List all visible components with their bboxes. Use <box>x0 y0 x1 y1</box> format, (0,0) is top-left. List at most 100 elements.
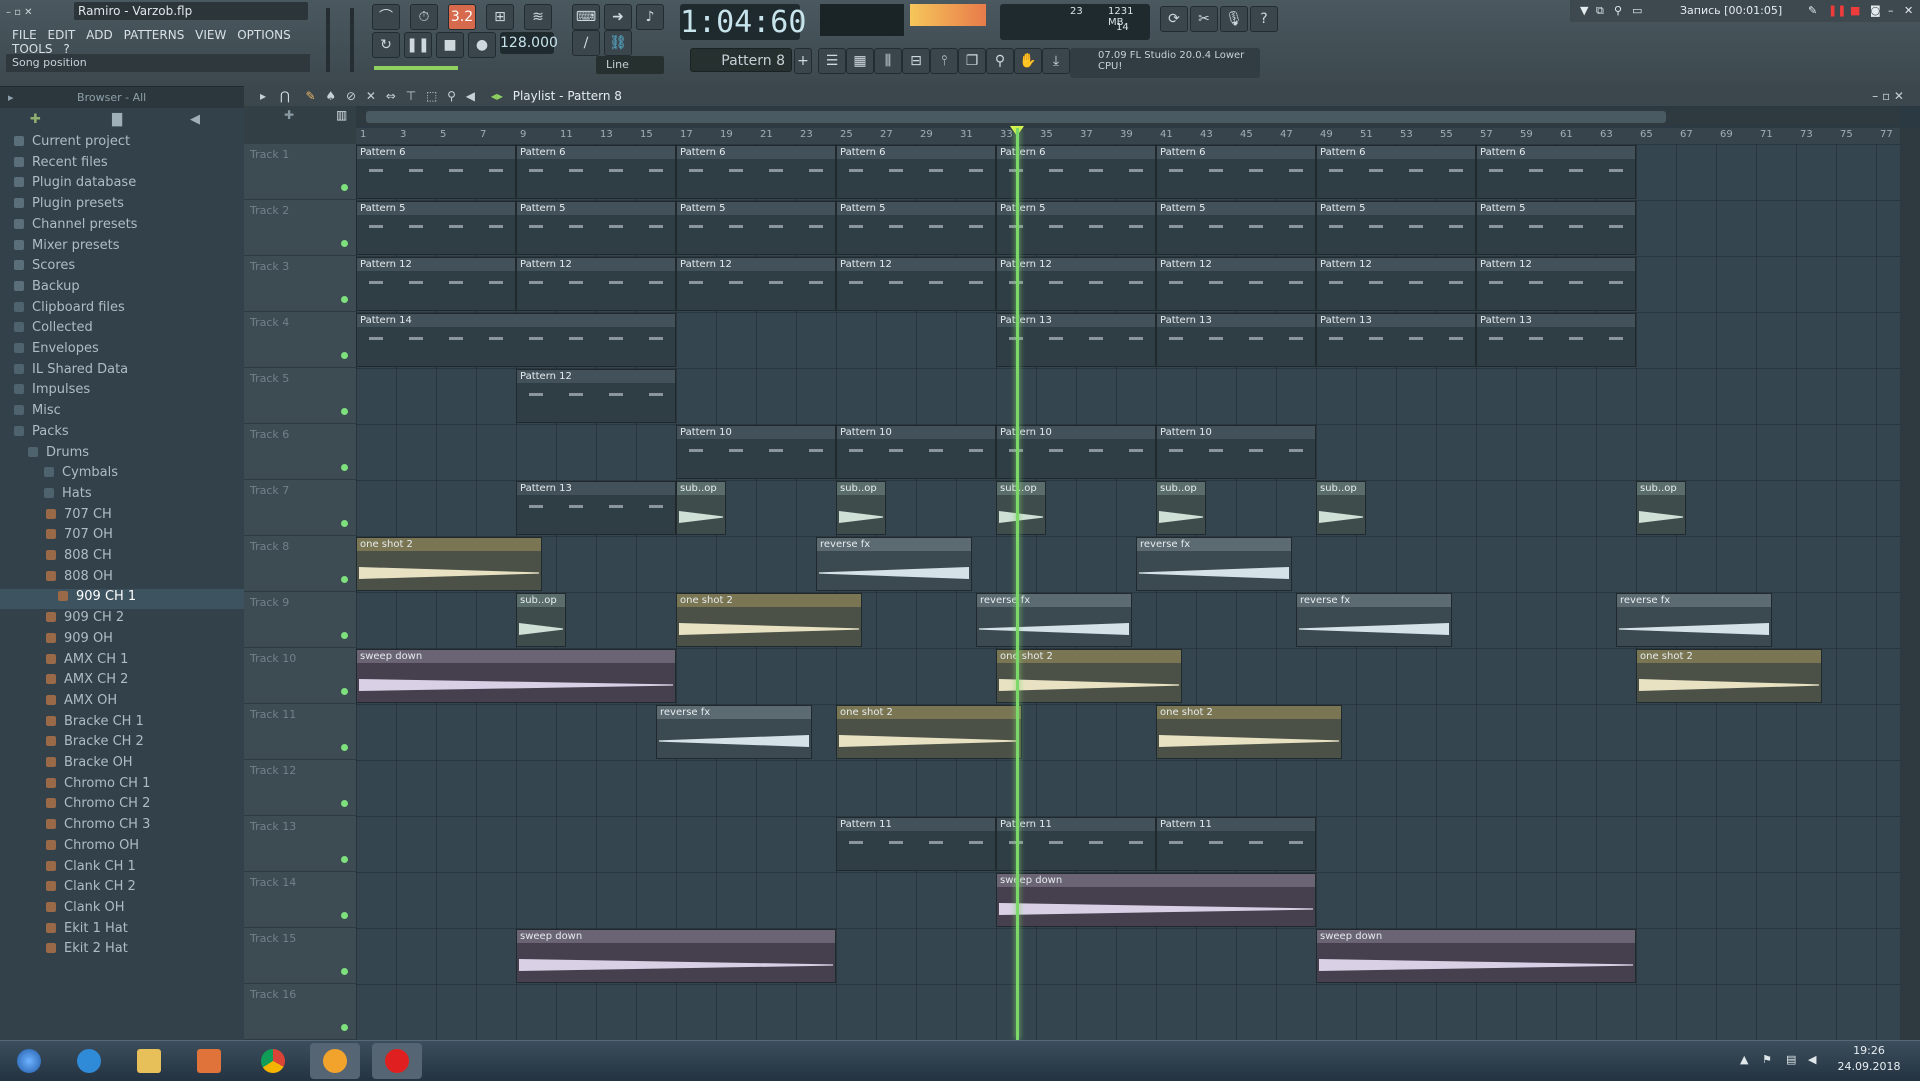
track-header[interactable]: Track 2 <box>244 200 356 256</box>
pencil-icon[interactable]: ✎ <box>1808 0 1817 22</box>
audio-clip[interactable]: sub..op <box>1636 481 1686 535</box>
recorder-icon[interactable] <box>372 1043 422 1079</box>
scroll-thumb[interactable] <box>366 111 1666 123</box>
track-mute-led[interactable] <box>341 408 348 415</box>
screen-icon[interactable]: ▭ <box>1632 0 1642 22</box>
browser-item[interactable]: Plugin presets <box>0 196 258 216</box>
pencil-tool-icon[interactable]: ✎ <box>306 89 316 103</box>
plus-icon[interactable]: ✚ <box>30 112 41 127</box>
countdown-icon[interactable]: ⏱ <box>410 4 438 30</box>
step-edit-icon[interactable]: ⊞ <box>486 4 514 30</box>
track-header[interactable]: Track 8 <box>244 536 356 592</box>
browser-arrow-icon[interactable]: ▸ <box>8 91 14 104</box>
pattern-clip[interactable]: Pattern 12 <box>516 369 676 423</box>
mute-tool-icon[interactable]: ✕ <box>366 89 376 103</box>
browser-item[interactable]: Plugin database <box>0 175 258 195</box>
browser-item[interactable]: Drums <box>0 445 272 465</box>
pattern-clip[interactable]: Pattern 5 <box>516 201 676 255</box>
piano-roll-icon[interactable]: ▦ <box>846 48 874 74</box>
pattern-clip[interactable]: Pattern 12 <box>836 257 996 311</box>
pattern-clip[interactable]: Pattern 11 <box>996 817 1156 871</box>
blend-notes-icon[interactable]: ≋ <box>524 4 552 30</box>
audio-clip[interactable]: reverse fx <box>656 705 812 759</box>
menu-edit[interactable]: EDIT <box>48 28 76 42</box>
browser-item[interactable]: Scores <box>0 258 258 278</box>
pattern-clip[interactable]: Pattern 5 <box>836 201 996 255</box>
audio-clip[interactable]: sweep down <box>356 649 676 703</box>
audio-clip[interactable]: sub..op <box>676 481 726 535</box>
browser-item[interactable]: Packs <box>0 424 258 444</box>
pattern-selector[interactable]: Pattern 8 <box>690 48 792 72</box>
pattern-clip[interactable]: Pattern 5 <box>1476 201 1636 255</box>
browser-item[interactable]: Backup <box>0 279 258 299</box>
audio-clip[interactable]: sub..op <box>836 481 886 535</box>
track-header[interactable]: Track 4 <box>244 312 356 368</box>
stop-button[interactable]: ■ <box>436 32 464 58</box>
mixer-icon[interactable]: ⊟ <box>902 48 930 74</box>
microphone-icon[interactable]: 🎙 <box>1220 6 1248 32</box>
pattern-clip[interactable]: Pattern 6 <box>1316 145 1476 199</box>
magnet-icon[interactable]: ⋂ <box>280 89 290 103</box>
network-icon[interactable]: ▤ <box>1786 1053 1796 1066</box>
audio-clip[interactable]: sub..op <box>516 593 566 647</box>
track-header[interactable]: Track 10 <box>244 648 356 704</box>
audio-clip[interactable]: reverse fx <box>1296 593 1452 647</box>
pattern-clip[interactable]: Pattern 12 <box>996 257 1156 311</box>
menu-add[interactable]: ADD <box>86 28 113 42</box>
select-tool-icon[interactable]: ⬚ <box>426 89 437 103</box>
browser-item[interactable]: Impulses <box>0 382 258 402</box>
menu-patterns[interactable]: PATTERNS <box>124 28 185 42</box>
volume-icon[interactable]: ◀ <box>1808 1053 1816 1066</box>
media-player-icon[interactable] <box>184 1043 234 1079</box>
audio-clip[interactable]: reverse fx <box>816 537 972 591</box>
plugin-picker-icon[interactable]: ⫯ <box>930 48 958 74</box>
chevron-down-icon[interactable]: ▼ <box>1580 0 1588 22</box>
ie-icon[interactable] <box>64 1043 114 1079</box>
touch-controller-icon[interactable]: ✋ <box>1014 48 1042 74</box>
pattern-clip[interactable]: Pattern 10 <box>1156 425 1316 479</box>
pattern-clip[interactable]: Pattern 12 <box>516 257 676 311</box>
track-header[interactable]: Track 11 <box>244 704 356 760</box>
audio-clip[interactable]: sub..op <box>1156 481 1206 535</box>
pattern-clip[interactable]: Pattern 12 <box>356 257 516 311</box>
zoom-tool-icon[interactable]: ⚲ <box>447 89 456 103</box>
master-pitch-slider[interactable] <box>342 8 362 72</box>
audio-clip[interactable]: one shot 2 <box>836 705 1022 759</box>
minimize-icon[interactable]: – <box>1888 0 1894 22</box>
pattern-clip[interactable]: Pattern 5 <box>356 201 516 255</box>
pattern-clip[interactable]: Pattern 6 <box>356 145 516 199</box>
download-icon[interactable]: ⤓ <box>1042 48 1070 74</box>
pattern-clip[interactable]: Pattern 13 <box>516 481 676 535</box>
pattern-clip[interactable]: Pattern 11 <box>1156 817 1316 871</box>
slice-tool-icon[interactable]: ⊤ <box>406 89 416 103</box>
time-display[interactable]: 1:04:60 <box>680 4 806 40</box>
track-mute-led[interactable] <box>341 968 348 975</box>
browser-item[interactable]: Channel presets <box>0 217 258 237</box>
audio-clip[interactable]: reverse fx <box>976 593 1132 647</box>
pattern-clip[interactable]: Pattern 5 <box>996 201 1156 255</box>
track-mute-led[interactable] <box>341 240 348 247</box>
playlist-menu-icon[interactable]: ▸ <box>260 89 266 103</box>
tools-icon[interactable]: ✂ <box>1190 6 1218 32</box>
pattern-clip[interactable]: Pattern 6 <box>1156 145 1316 199</box>
audio-clip[interactable]: one shot 2 <box>1156 705 1342 759</box>
speaker-icon[interactable]: ◀ <box>190 112 200 127</box>
camera-icon[interactable]: ◙ <box>1870 0 1881 22</box>
audio-clip[interactable]: one shot 2 <box>1636 649 1822 703</box>
audio-clip[interactable]: reverse fx <box>1616 593 1772 647</box>
track-header[interactable]: Track 15 <box>244 928 356 984</box>
add-pattern-button[interactable]: + <box>794 48 812 74</box>
window-controls[interactable]: – ▫ ✕ <box>6 4 66 18</box>
browser-item[interactable]: Misc <box>0 403 258 423</box>
pattern-clip[interactable]: Pattern 13 <box>1476 313 1636 367</box>
horizontal-scrollbar[interactable] <box>356 108 1900 126</box>
tray-clock[interactable]: 19:26 24.09.2018 <box>1824 1043 1914 1077</box>
track-header[interactable]: Track 12 <box>244 760 356 816</box>
pause-icon[interactable]: ❚❚ <box>1828 0 1846 22</box>
track-mute-led[interactable] <box>341 1024 348 1031</box>
search-icon[interactable]: ⚲ <box>1614 0 1622 22</box>
close-icon[interactable]: ✕ <box>1904 0 1913 22</box>
pattern-clip[interactable]: Pattern 12 <box>1316 257 1476 311</box>
track-header[interactable]: Track 3 <box>244 256 356 312</box>
project-info-icon[interactable]: ❐ <box>958 48 986 74</box>
